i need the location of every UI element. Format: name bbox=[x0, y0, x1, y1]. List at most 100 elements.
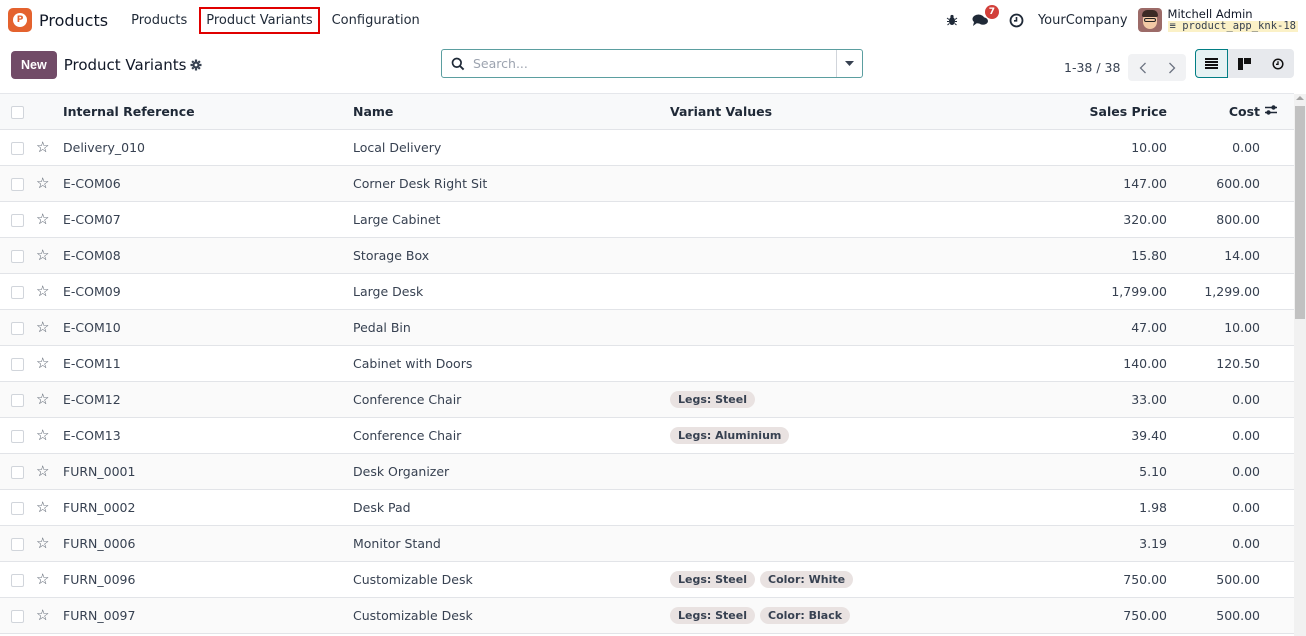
cell-sales-price[interactable]: 1,799.00 bbox=[1000, 273, 1167, 310]
menu-products[interactable]: Products bbox=[126, 9, 192, 32]
cell-internal-reference[interactable]: Delivery_010 bbox=[63, 129, 353, 166]
favorite-star-icon[interactable]: ☆ bbox=[36, 426, 49, 444]
row-select-checkbox[interactable] bbox=[11, 321, 24, 335]
search-input[interactable] bbox=[471, 55, 836, 72]
optional-columns-toggle-icon[interactable] bbox=[1264, 104, 1278, 116]
table-row[interactable]: ☆ E-COM13 Conference Chair Legs: Aluminium 3… bbox=[0, 417, 1294, 454]
cell-variant-values[interactable] bbox=[670, 345, 1000, 382]
row-select-checkbox[interactable] bbox=[11, 573, 24, 587]
row-select-checkbox[interactable] bbox=[11, 141, 24, 155]
favorite-star-icon[interactable]: ☆ bbox=[36, 174, 49, 192]
cell-internal-reference[interactable]: FURN_0096 bbox=[63, 561, 353, 598]
cell-variant-values[interactable]: Legs: Aluminium bbox=[670, 417, 1000, 454]
pager-previous-button[interactable] bbox=[1128, 54, 1157, 81]
table-row[interactable]: ☆ E-COM08 Storage Box 15.80 14.00 bbox=[0, 237, 1294, 274]
favorite-star-icon[interactable]: ☆ bbox=[36, 606, 49, 624]
cell-sales-price[interactable]: 320.00 bbox=[1000, 201, 1167, 238]
row-select-checkbox[interactable] bbox=[11, 249, 24, 263]
pager-next-button[interactable] bbox=[1157, 54, 1186, 81]
table-row[interactable]: ☆ Delivery_010 Local Delivery 10.00 0.00 bbox=[0, 129, 1294, 166]
cell-cost[interactable]: 0.00 bbox=[1167, 453, 1260, 490]
cell-name[interactable]: Customizable Desk bbox=[353, 561, 670, 598]
cell-name[interactable]: Desk Pad bbox=[353, 489, 670, 526]
favorite-star-icon[interactable]: ☆ bbox=[36, 462, 49, 480]
table-row[interactable]: ☆ FURN_0096 Customizable Desk Legs: Steel Co… bbox=[0, 561, 1294, 598]
cell-name[interactable]: Large Desk bbox=[353, 273, 670, 310]
cell-variant-values[interactable] bbox=[670, 525, 1000, 562]
menu-product-variants[interactable]: Product Variants bbox=[199, 6, 320, 34]
company-switcher[interactable]: YourCompany bbox=[1038, 13, 1128, 28]
cell-variant-values[interactable] bbox=[670, 129, 1000, 166]
cell-cost[interactable]: 0.00 bbox=[1167, 417, 1260, 454]
search-options-toggle[interactable] bbox=[836, 50, 862, 77]
cell-sales-price[interactable]: 39.40 bbox=[1000, 417, 1167, 454]
favorite-star-icon[interactable]: ☆ bbox=[36, 498, 49, 516]
cell-sales-price[interactable]: 140.00 bbox=[1000, 345, 1167, 382]
favorite-star-icon[interactable]: ☆ bbox=[36, 570, 49, 588]
cell-name[interactable]: Conference Chair bbox=[353, 381, 670, 418]
cell-cost[interactable]: 0.00 bbox=[1167, 525, 1260, 562]
table-row[interactable]: ☆ E-COM07 Large Cabinet 320.00 800.00 bbox=[0, 201, 1294, 238]
cell-internal-reference[interactable]: E-COM10 bbox=[63, 309, 353, 346]
cell-cost[interactable]: 800.00 bbox=[1167, 201, 1260, 238]
cell-internal-reference[interactable]: E-COM13 bbox=[63, 417, 353, 454]
table-row[interactable]: ☆ E-COM09 Large Desk 1,799.00 1,299.00 bbox=[0, 273, 1294, 310]
cell-name[interactable]: Storage Box bbox=[353, 237, 670, 274]
scroll-up-arrow-icon[interactable] bbox=[1296, 96, 1304, 100]
new-button[interactable]: New bbox=[11, 51, 57, 79]
cell-sales-price[interactable]: 147.00 bbox=[1000, 165, 1167, 202]
cell-name[interactable]: Desk Organizer bbox=[353, 453, 670, 490]
cell-sales-price[interactable]: 5.10 bbox=[1000, 453, 1167, 490]
cell-cost[interactable]: 14.00 bbox=[1167, 237, 1260, 274]
gear-icon[interactable] bbox=[190, 59, 202, 71]
table-row[interactable]: ☆ E-COM11 Cabinet with Doors 140.00 120.50 bbox=[0, 345, 1294, 382]
select-all-checkbox[interactable] bbox=[11, 105, 24, 119]
cell-variant-values[interactable] bbox=[670, 201, 1000, 238]
favorite-star-icon[interactable]: ☆ bbox=[36, 534, 49, 552]
row-select-checkbox[interactable] bbox=[11, 537, 24, 551]
cell-internal-reference[interactable]: FURN_0097 bbox=[63, 597, 353, 634]
cell-sales-price[interactable]: 750.00 bbox=[1000, 561, 1167, 598]
cell-sales-price[interactable]: 15.80 bbox=[1000, 237, 1167, 274]
cell-name[interactable]: Cabinet with Doors bbox=[353, 345, 670, 382]
cell-internal-reference[interactable]: E-COM06 bbox=[63, 165, 353, 202]
row-select-checkbox[interactable] bbox=[11, 393, 24, 407]
column-header-variant-values[interactable]: Variant Values bbox=[670, 94, 1000, 130]
cell-sales-price[interactable]: 1.98 bbox=[1000, 489, 1167, 526]
scrollbar-thumb[interactable] bbox=[1295, 106, 1305, 319]
cell-name[interactable]: Customizable Desk bbox=[353, 597, 670, 634]
vertical-scrollbar[interactable] bbox=[1294, 94, 1306, 636]
cell-variant-values[interactable] bbox=[670, 237, 1000, 274]
table-row[interactable]: ☆ FURN_0002 Desk Pad 1.98 0.00 bbox=[0, 489, 1294, 526]
row-select-checkbox[interactable] bbox=[11, 609, 24, 623]
cell-cost[interactable]: 120.50 bbox=[1167, 345, 1260, 382]
column-header-sales-price[interactable]: Sales Price bbox=[1000, 94, 1167, 130]
pager-value[interactable]: 1-38 / 38 bbox=[1064, 60, 1120, 75]
row-select-checkbox[interactable] bbox=[11, 177, 24, 191]
cell-name[interactable]: Pedal Bin bbox=[353, 309, 670, 346]
cell-cost[interactable]: 10.00 bbox=[1167, 309, 1260, 346]
app-name[interactable]: Products bbox=[39, 11, 108, 30]
cell-name[interactable]: Corner Desk Right Sit bbox=[353, 165, 670, 202]
table-row[interactable]: ☆ E-COM06 Corner Desk Right Sit 147.00 600.0… bbox=[0, 165, 1294, 202]
row-select-checkbox[interactable] bbox=[11, 357, 24, 371]
row-select-checkbox[interactable] bbox=[11, 285, 24, 299]
cell-variant-values[interactable] bbox=[670, 453, 1000, 490]
cell-name[interactable]: Monitor Stand bbox=[353, 525, 670, 562]
favorite-star-icon[interactable]: ☆ bbox=[36, 390, 49, 408]
column-header-name[interactable]: Name bbox=[353, 94, 670, 130]
favorite-star-icon[interactable]: ☆ bbox=[36, 354, 49, 372]
user-menu[interactable]: Mitchell Admin ≡ product_app_knk-18 bbox=[1167, 8, 1298, 33]
row-select-checkbox[interactable] bbox=[11, 213, 24, 227]
kanban-view-button[interactable] bbox=[1228, 49, 1261, 78]
cell-cost[interactable]: 1,299.00 bbox=[1167, 273, 1260, 310]
cell-internal-reference[interactable]: E-COM12 bbox=[63, 381, 353, 418]
messages-icon[interactable]: 7 bbox=[972, 5, 999, 27]
debug-bug-icon[interactable] bbox=[946, 14, 958, 26]
cell-internal-reference[interactable]: FURN_0001 bbox=[63, 453, 353, 490]
cell-internal-reference[interactable]: FURN_0006 bbox=[63, 525, 353, 562]
cell-cost[interactable]: 500.00 bbox=[1167, 597, 1260, 634]
cell-internal-reference[interactable]: E-COM11 bbox=[63, 345, 353, 382]
cell-variant-values[interactable] bbox=[670, 309, 1000, 346]
row-select-checkbox[interactable] bbox=[11, 465, 24, 479]
